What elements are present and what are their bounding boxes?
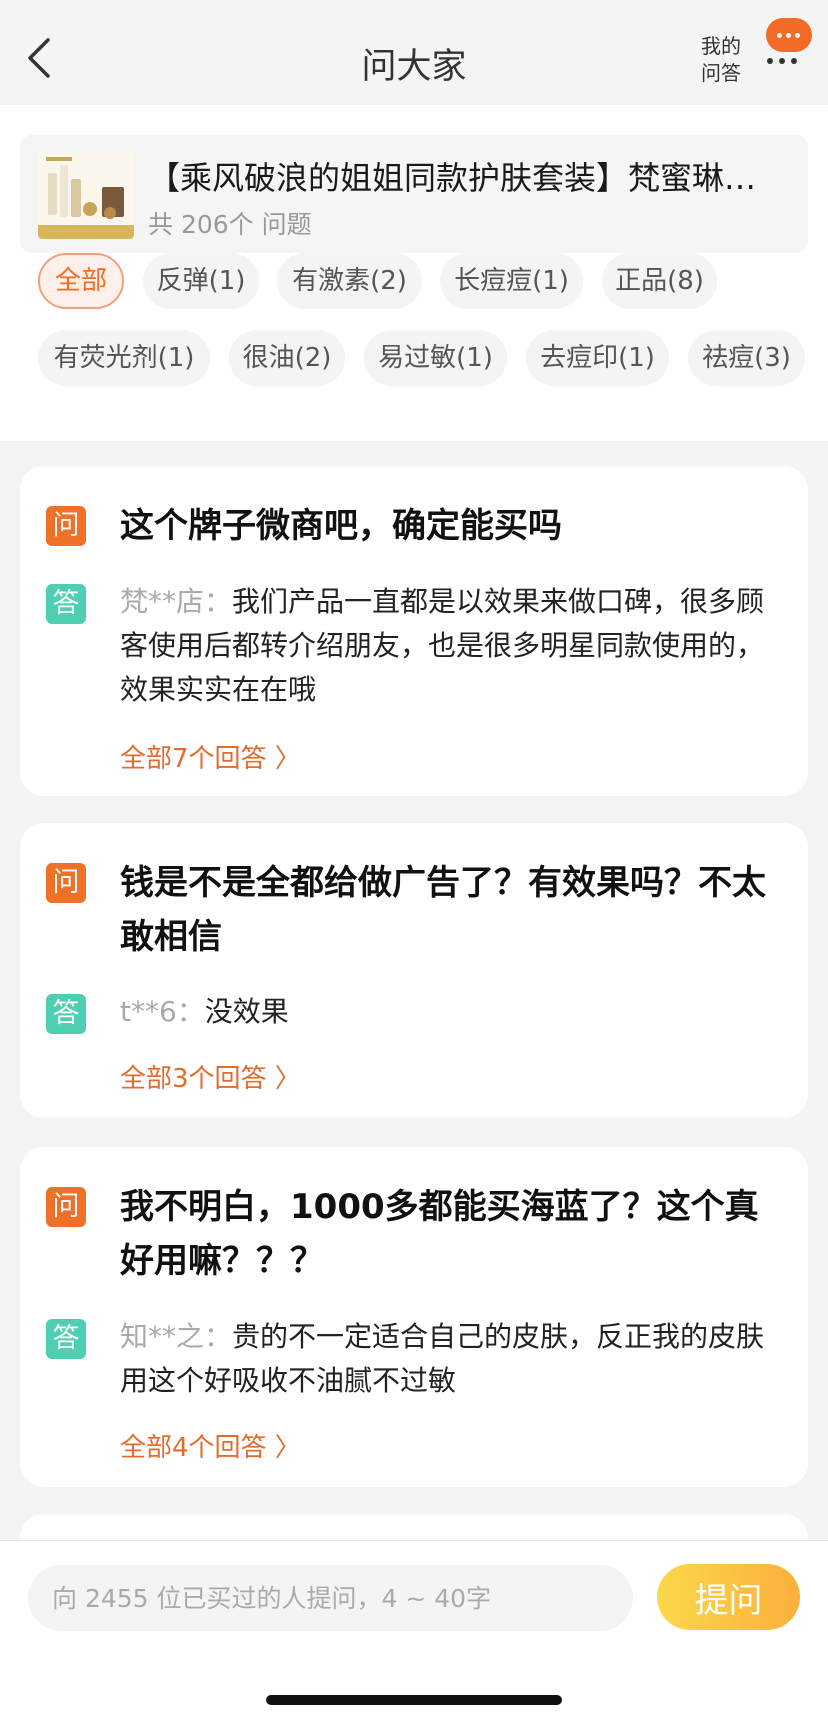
product-thumbnail xyxy=(38,151,134,239)
ask-bar: 提问 xyxy=(0,1540,828,1720)
more-menu-button[interactable] xyxy=(758,14,818,74)
tag-allergy[interactable]: 易过敏(1) xyxy=(364,330,507,386)
question-badge-icon: 问 xyxy=(46,1187,86,1227)
tag-hormone[interactable]: 有激素(2) xyxy=(277,253,422,309)
nav-header: 问大家 我的 问答 xyxy=(0,0,828,105)
answer-text: 知**之：贵的不一定适合自己的皮肤，反正我的皮肤用这个好吸收不油腻不过敏 xyxy=(120,1315,786,1403)
question-card[interactable]: 问 钱是不是全都给做广告了？有效果吗？不太敢相信 答 t**6：没效果 全部3个… xyxy=(20,823,808,1118)
product-card[interactable]: 【乘风破浪的姐姐同款护肤套装】梵蜜琳贵妇膏套装 共 206个 问题 xyxy=(20,135,808,253)
tag-acne-marks[interactable]: 去痘印(1) xyxy=(526,330,669,386)
product-title: 【乘风破浪的姐姐同款护肤套装】梵蜜琳贵妇膏套装 xyxy=(148,159,788,197)
all-answers-link[interactable]: 全部4个回答 〉 xyxy=(120,1427,301,1464)
my-qa-label-line2: 问答 xyxy=(701,61,741,85)
tag-oily[interactable]: 很油(2) xyxy=(229,330,345,386)
ask-question-button[interactable]: 提问 xyxy=(657,1564,800,1630)
all-answers-link[interactable]: 全部3个回答 〉 xyxy=(120,1058,301,1095)
answer-badge-icon: 答 xyxy=(46,584,86,624)
ask-question-input[interactable] xyxy=(28,1565,633,1631)
answer-content: 没效果 xyxy=(204,995,289,1028)
answer-badge-icon: 答 xyxy=(46,1319,86,1359)
question-text: 我不明白，1000多都能买海蓝了？这个真好用嘛？？？ xyxy=(120,1187,759,1281)
question-text: 这个牌子微商吧，确定能买吗 xyxy=(120,506,562,546)
question-badge-icon: 问 xyxy=(46,506,86,546)
tag-anti-acne[interactable]: 祛痘(3) xyxy=(688,330,805,386)
all-answers-link[interactable]: 全部7个回答 〉 xyxy=(120,738,301,775)
question-count: 共 206个 问题 xyxy=(148,210,312,239)
message-bubble-icon xyxy=(766,18,812,52)
question-text: 钱是不是全都给做广告了？有效果吗？不太敢相信 xyxy=(120,863,766,957)
tag-fluorescent[interactable]: 有荧光剂(1) xyxy=(38,330,210,386)
answer-user: t**6： xyxy=(120,995,205,1028)
my-qa-button[interactable]: 我的 问答 xyxy=(697,33,745,87)
answer-user: 知**之： xyxy=(120,1320,233,1353)
my-qa-label-line1: 我的 xyxy=(701,34,741,58)
question-badge-icon: 问 xyxy=(46,863,86,903)
tag-all[interactable]: 全部 xyxy=(38,253,124,309)
home-indicator xyxy=(266,1695,562,1705)
answer-user: 梵**店： xyxy=(120,585,233,618)
question-card[interactable]: 问 我不明白，1000多都能买海蓝了？这个真好用嘛？？？ 答 知**之：贵的不一… xyxy=(20,1147,808,1487)
answer-badge-icon: 答 xyxy=(46,994,86,1034)
tag-rebound[interactable]: 反弹(1) xyxy=(143,253,259,309)
answer-text: 梵**店：我们产品一直都是以效果来做口碑，很多顾客使用后都转介绍朋友，也是很多明… xyxy=(120,580,786,712)
product-panel: 【乘风破浪的姐姐同款护肤套装】梵蜜琳贵妇膏套装 共 206个 问题 全部 反弹(… xyxy=(0,105,828,441)
tag-acne[interactable]: 长痘痘(1) xyxy=(440,253,583,309)
tag-authentic[interactable]: 正品(8) xyxy=(602,253,717,309)
question-card[interactable]: 问 这个牌子微商吧，确定能买吗 答 梵**店：我们产品一直都是以效果来做口碑，很… xyxy=(20,466,808,796)
answer-text: t**6：没效果 xyxy=(120,990,786,1034)
